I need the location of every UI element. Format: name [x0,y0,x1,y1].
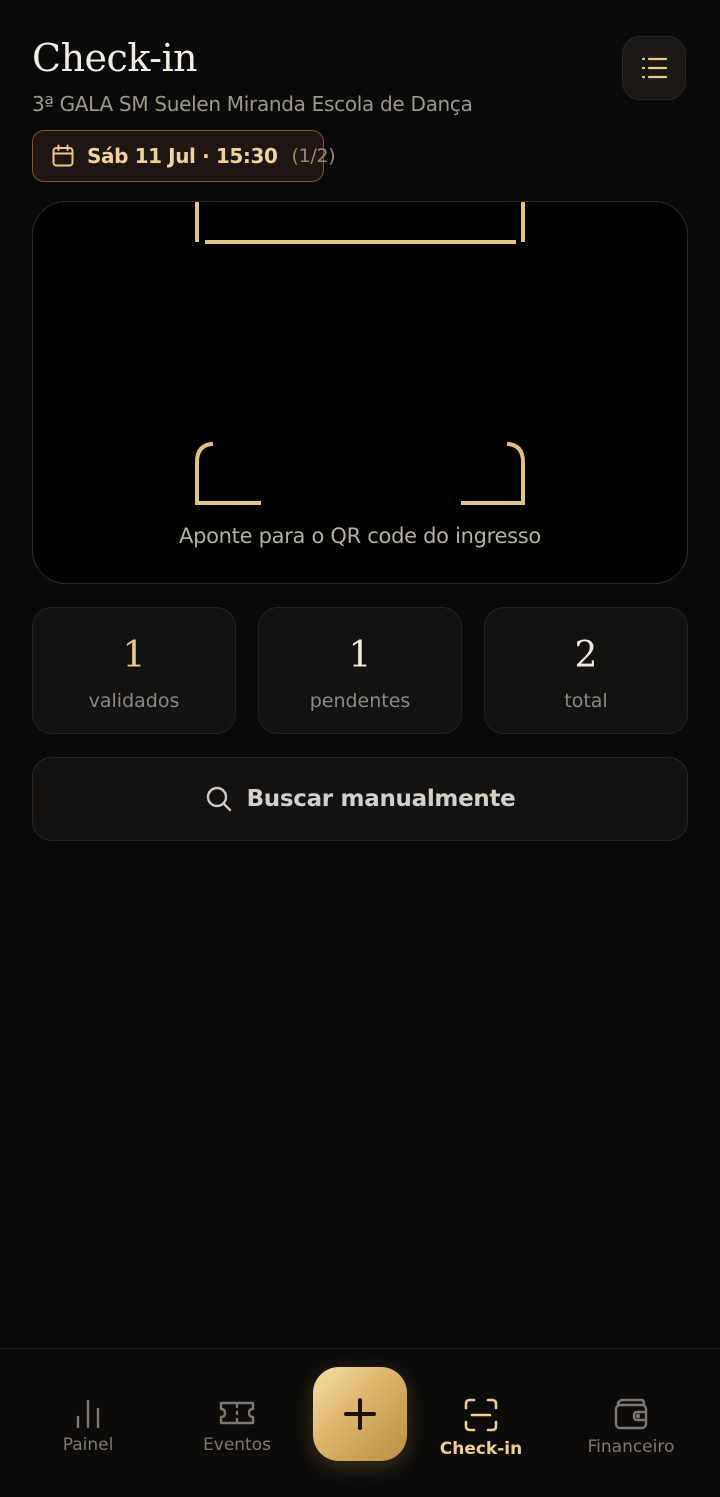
bottom-navigation: Painel Eventos Check-in Financeiro [0,1348,720,1496]
stat-pending: 1 pendentes [258,607,462,734]
menu-button[interactable] [622,36,686,100]
qr-scanner-viewport[interactable]: Aponte para o QR code do ingresso [32,201,688,584]
nav-label-financeiro: Financeiro [587,1437,675,1457]
stat-pending-label: pendentes [309,690,411,712]
add-button[interactable] [313,1367,407,1461]
list-icon [641,57,668,79]
manual-search-label: Buscar manualmente [246,786,516,812]
search-icon [206,786,231,812]
scan-icon [464,1398,498,1432]
stat-total-label: total [564,690,608,712]
nav-label-painel: Painel [62,1435,114,1455]
scanner-hint: Aponte para o QR code do ingresso [179,524,541,548]
calendar-icon [52,144,74,167]
nav-label-eventos: Eventos [203,1435,271,1455]
nav-item-check-in[interactable]: Check-in [411,1349,551,1497]
stat-validated-label: validados [88,690,180,712]
nav-label-check-in: Check-in [439,1439,523,1459]
ticket-icon [219,1401,255,1425]
nav-item-financeiro[interactable]: Financeiro [561,1349,701,1497]
page-title: Check-in [32,36,198,80]
stat-pending-value: 1 [348,635,372,676]
wallet-icon [614,1398,648,1430]
stat-total-value: 2 [574,635,598,676]
session-count: (1/2) [291,145,336,167]
stat-total: 2 total [484,607,688,734]
session-selector[interactable]: Sáb 11 Jul · 15:30 (1/2) [32,130,336,182]
nav-item-eventos[interactable]: Eventos [167,1349,307,1497]
bar-chart-icon [76,1399,100,1429]
stat-validated: 1 validados [32,607,236,734]
session-date: Sáb 11 Jul · 15:30 [87,144,278,168]
manual-search-button[interactable]: Buscar manualmente [32,757,688,841]
event-subtitle: 3ª GALA SM Suelen Miranda Escola de Danç… [32,92,473,116]
nav-item-painel[interactable]: Painel [18,1349,158,1497]
plus-icon [344,1398,376,1430]
stat-validated-value: 1 [122,635,146,676]
